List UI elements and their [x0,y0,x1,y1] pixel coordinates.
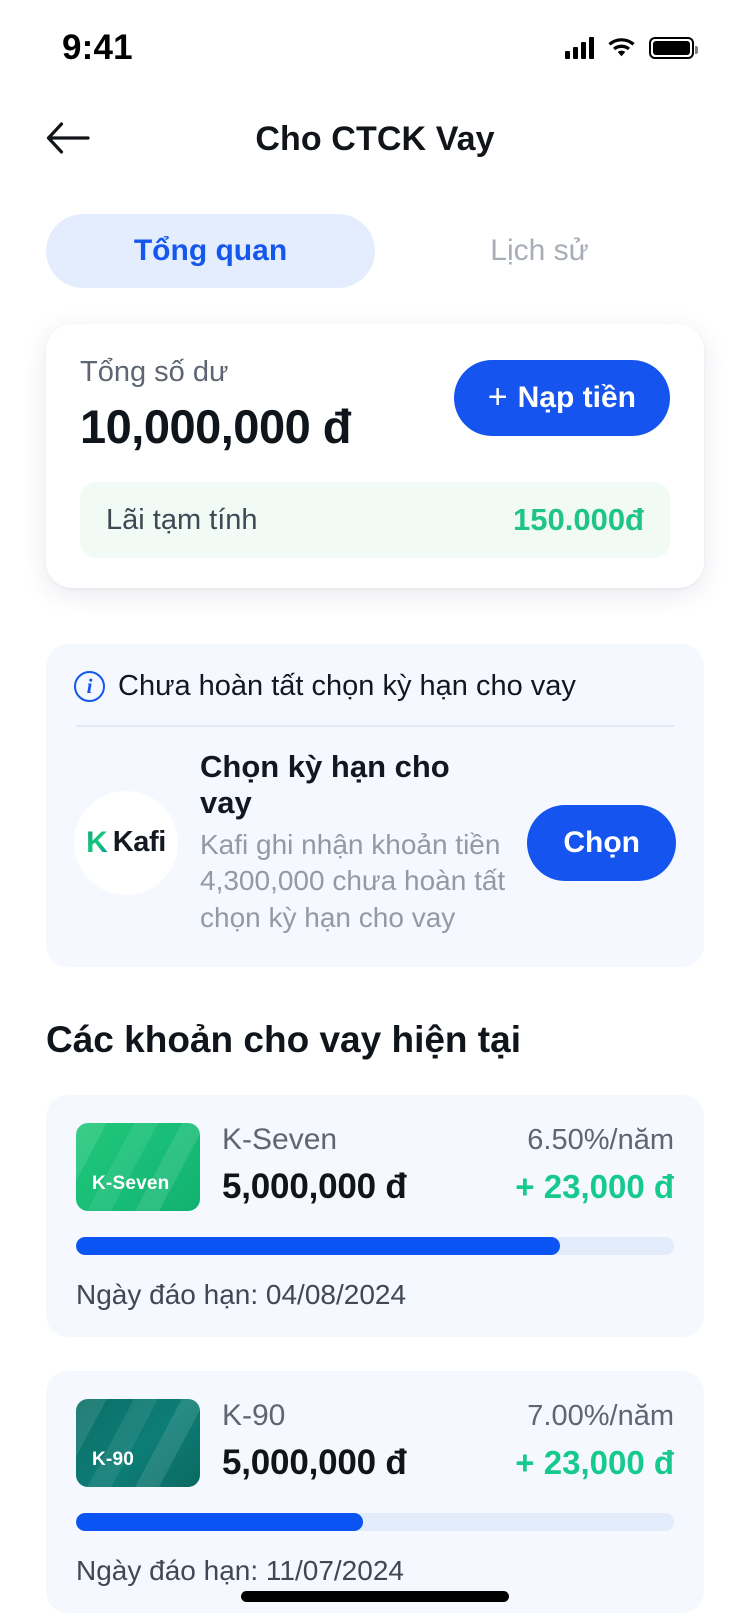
loan-rate: 6.50%/năm [527,1124,674,1157]
divider [76,725,674,727]
loan-top-row: K-90 K-90 7.00%/năm 5,000,000 đ + 23,000… [76,1399,674,1488]
plus-icon: + [487,378,508,416]
app-screen: 9:41 Cho CTCK Vay Tổng quan Lịch sử Tổng… [0,0,750,1624]
loan-due-date: Ngày đáo hạn: 11/07/2024 [76,1555,404,1587]
tab-bar: Tổng quan Lịch sử [46,214,704,288]
notice-title: Chọn kỳ hạn cho vay [200,748,450,820]
loan-thumbnail: K-Seven [76,1123,200,1212]
thumbnail-pattern [76,1399,200,1488]
kafi-logo: K Kafi [74,790,178,895]
loan-top-row: K-Seven K-Seven 6.50%/năm 5,000,000 đ + … [76,1123,674,1212]
loan-amount: 5,000,000 đ [222,1443,407,1483]
loan-progress-bar [76,1237,674,1256]
loan-info: K-90 7.00%/năm 5,000,000 đ + 23,000 đ [222,1399,674,1483]
tab-tong-quan[interactable]: Tổng quan [46,214,375,288]
deposit-button-label: Nạp tiền [517,381,636,414]
info-circle-icon: i [74,671,105,702]
thumbnail-pattern [76,1123,200,1212]
notice-header: i Chưa hoàn tất chọn kỳ hạn cho vay [74,670,676,703]
balance-texts: Tổng số dư 10,000,000 đ [80,356,352,454]
balance-amount: 10,000,000 đ [80,400,352,453]
loans-section-title: Các khoản cho vay hiện tại [46,1019,521,1061]
balance-top-row: Tổng số dư 10,000,000 đ + Nạp tiền [80,356,670,454]
balance-card: Tổng số dư 10,000,000 đ + Nạp tiền Lãi t… [46,324,704,588]
notice-description: Kafi ghi nhận khoản tiền 4,300,000 chưa … [200,828,506,934]
interest-value: 150.000đ [513,502,644,537]
tab-lich-su[interactable]: Lịch sử [375,214,704,288]
thumbnail-label: K-Seven [92,1173,170,1195]
loan-progress-fill [76,1237,561,1256]
kafi-k-icon: K [86,825,108,859]
home-indicator [241,1591,509,1602]
notice-headline: Chưa hoàn tất chọn kỳ hạn cho vay [118,670,576,702]
thumbnail-label: K-90 [92,1449,134,1471]
choose-term-button[interactable]: Chọn [527,804,676,881]
loan-profit: + 23,000 đ [515,1168,674,1206]
loan-progress-fill [76,1513,364,1532]
loan-card[interactable]: K-Seven K-Seven 6.50%/năm 5,000,000 đ + … [46,1095,704,1338]
loan-profit: + 23,000 đ [515,1444,674,1482]
loan-info: K-Seven 6.50%/năm 5,000,000 đ + 23,000 đ [222,1123,674,1207]
notice-texts: Chọn kỳ hạn cho vay Kafi ghi nhận khoản … [200,749,505,938]
loan-amount-profit-row: 5,000,000 đ + 23,000 đ [222,1443,674,1483]
deposit-button[interactable]: + Nạp tiền [453,360,670,436]
loan-card[interactable]: K-90 K-90 7.00%/năm 5,000,000 đ + 23,000… [46,1371,704,1614]
loan-name-rate-row: K-90 7.00%/năm [222,1399,674,1433]
status-bar: 9:41 [0,0,750,96]
loan-thumbnail: K-90 [76,1399,200,1488]
notice-body: K Kafi Chọn kỳ hạn cho vay Kafi ghi nhận… [74,749,676,938]
signal-bars-icon [565,37,594,59]
back-button[interactable] [40,111,96,167]
back-arrow-icon [45,121,91,158]
interest-row: Lãi tạm tính 150.000đ [80,482,670,558]
loan-name-rate-row: K-Seven 6.50%/năm [222,1123,674,1157]
loan-name: K-Seven [222,1123,338,1157]
balance-label: Tổng số dư [80,356,229,388]
loan-due-date: Ngày đáo hạn: 04/08/2024 [76,1279,407,1311]
nav-header: Cho CTCK Vay [0,96,750,182]
kafi-wordmark: Kafi [112,826,167,859]
pending-term-notice-card: i Chưa hoàn tất chọn kỳ hạn cho vay K Ka… [46,644,704,968]
wifi-icon [607,35,636,62]
loan-rate: 7.00%/năm [527,1400,674,1433]
page-title: Cho CTCK Vay [255,119,495,158]
loan-amount-profit-row: 5,000,000 đ + 23,000 đ [222,1167,674,1207]
status-icons [565,35,698,62]
loan-amount: 5,000,000 đ [222,1167,407,1207]
loan-progress-bar [76,1513,674,1532]
status-time: 9:41 [62,28,133,67]
interest-label: Lãi tạm tính [106,503,258,536]
battery-full-icon [649,37,698,59]
loan-name: K-90 [222,1399,286,1433]
